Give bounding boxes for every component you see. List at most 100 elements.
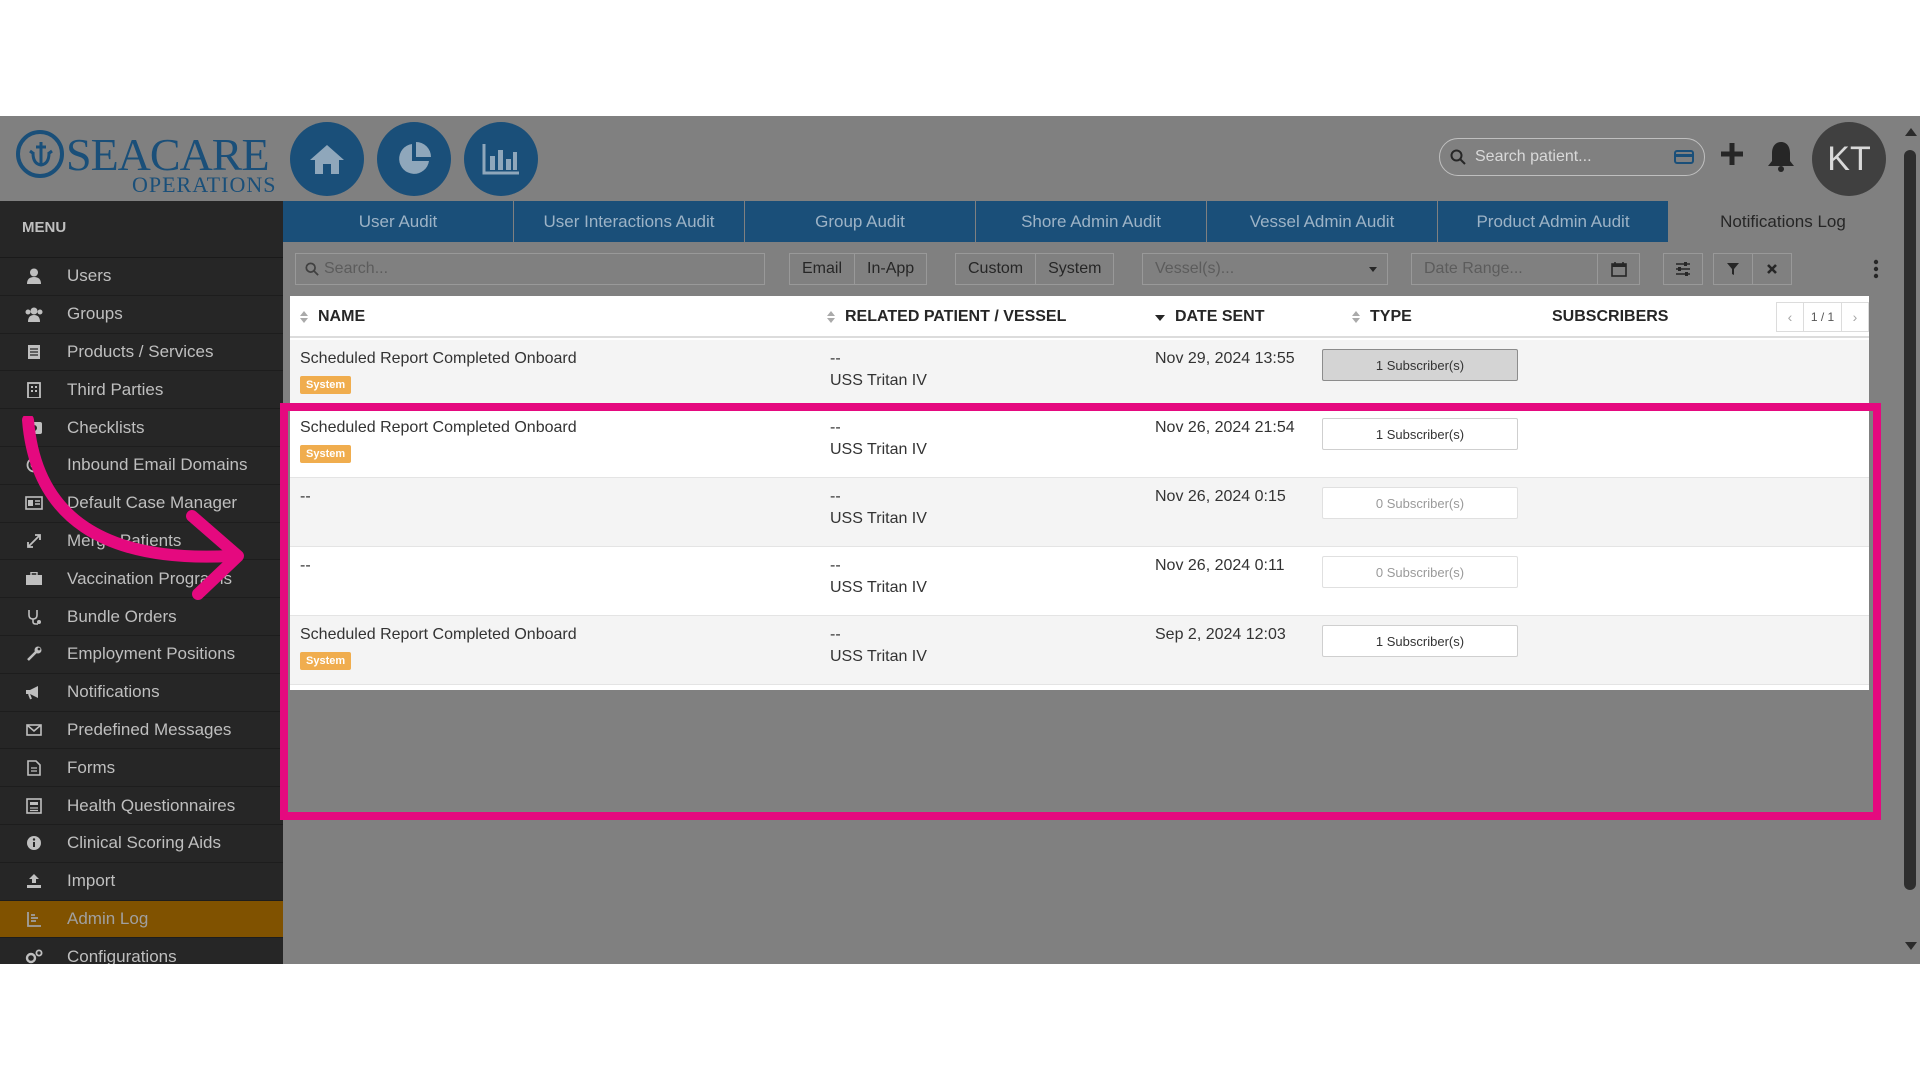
cogs-icon (25, 948, 43, 964)
sidebar-item-notifications[interactable]: Notifications (0, 674, 283, 712)
sidebar-item-groups[interactable]: Groups (0, 296, 283, 334)
sidebar-item-label: Bundle Orders (67, 606, 177, 626)
sidebar-item-inbound-email-domains[interactable]: Inbound Email Domains (0, 447, 283, 485)
wrench-icon (25, 645, 43, 663)
table-header: NAME RELATED PATIENT / VESSEL DATE SENT … (290, 296, 1869, 338)
email-filter-button[interactable]: Email (790, 254, 856, 284)
sidebar-item-label: Groups (67, 304, 123, 324)
table-row[interactable]: ----USS Tritan IVNov 26, 2024 0:11Email … (290, 547, 1869, 616)
column-label: NAME (318, 308, 366, 325)
subscribers-button[interactable]: 1 Subscriber(s) (1322, 625, 1518, 657)
scroll-thumb[interactable] (1904, 150, 1916, 890)
custom-filter-button[interactable]: Custom (956, 254, 1037, 284)
sidebar-item-users[interactable]: Users (0, 258, 283, 296)
cell-vessel: USS Tritan IV (830, 510, 927, 527)
sidebar-item-label: Third Parties (67, 379, 164, 399)
sidebar-item-label: Health Questionnaires (67, 795, 236, 815)
sidebar-item-predefined-messages[interactable]: Predefined Messages (0, 712, 283, 750)
screenshot-canvas: SEACARE OPERATIONS Search patient... KT … (0, 0, 1920, 1080)
sort-icon (1352, 311, 1360, 323)
chevron-right-icon[interactable]: › (1842, 309, 1868, 325)
column-label: SUBSCRIBERS (1552, 308, 1669, 325)
sidebar-item-forms[interactable]: Forms (0, 749, 283, 788)
sidebar-item-bundle-orders[interactable]: Bundle Orders (0, 598, 283, 636)
apply-filter-button[interactable] (1713, 253, 1753, 285)
user-avatar[interactable]: KT (1812, 122, 1886, 196)
column-settings-button[interactable] (1663, 253, 1703, 285)
chevron-left-icon[interactable]: ‹ (1777, 309, 1803, 325)
tab-product-admin-audit[interactable]: Product Admin Audit (1438, 201, 1669, 242)
calendar-icon[interactable] (1597, 254, 1639, 284)
subscribers-button[interactable]: 1 Subscriber(s) (1322, 418, 1518, 450)
clear-filter-button[interactable] (1752, 253, 1792, 285)
plus-icon[interactable] (1718, 140, 1746, 168)
sort-icon (827, 311, 835, 323)
sidebar-item-configurations[interactable]: Configurations (0, 938, 283, 964)
patient-search-input[interactable]: Search patient... (1439, 138, 1705, 176)
sidebar-item-label: Users (67, 266, 112, 286)
column-label: DATE SENT (1175, 308, 1265, 325)
table-row[interactable]: Scheduled Report Completed Onboard -- USS … (290, 409, 1869, 478)
compress-icon (25, 532, 43, 550)
cell-patient: -- (830, 626, 841, 643)
in-app-filter-button[interactable]: In-App (855, 254, 927, 284)
bell-icon[interactable] (1766, 140, 1796, 172)
column-header-related[interactable]: RELATED PATIENT / VESSEL (827, 308, 1066, 326)
sidebar-item-label: Import (67, 871, 116, 891)
vessel-select[interactable]: Vessel(s)... (1142, 253, 1388, 285)
system-filter-button[interactable]: System (1036, 254, 1114, 284)
column-header-name[interactable]: NAME (300, 308, 365, 326)
dashboard-button[interactable] (377, 122, 451, 196)
seacare-logo[interactable]: SEACARE OPERATIONS (14, 124, 275, 197)
subscribers-button[interactable]: 0 Subscriber(s) (1322, 487, 1518, 519)
reports-button[interactable] (464, 122, 538, 196)
sidebar-item-label: Merge Patients (67, 530, 182, 550)
channel-filter-group: Email In-App (789, 253, 928, 285)
tab-user-audit[interactable]: User Audit (283, 201, 514, 242)
tab-vessel-admin-audit[interactable]: Vessel Admin Audit (1207, 201, 1438, 242)
tab-user-interactions-audit[interactable]: User Interactions Audit (514, 201, 745, 242)
more-vertical-icon[interactable] (1873, 259, 1879, 279)
scroll-up-icon[interactable] (1905, 128, 1917, 136)
sidebar-item-default-case-manager[interactable]: Default Case Manager (0, 485, 283, 523)
subscribers-button[interactable]: 1 Subscriber(s) (1322, 349, 1518, 381)
log-search-input[interactable]: Search... (295, 253, 765, 285)
sidebar-item-vaccination-programs[interactable]: Vaccination Programs (0, 560, 283, 599)
table-row[interactable]: Scheduled Report Completed Onboard -- USS … (290, 616, 1869, 685)
logo-sub-text: OPERATIONS (132, 172, 277, 197)
table-row[interactable]: ----USS Tritan IVNov 26, 2024 0:15Email … (290, 478, 1869, 547)
sidebar-item-third-parties[interactable]: Third Parties (0, 371, 283, 410)
sidebar-item-products-services[interactable]: Products / Services (0, 334, 283, 372)
home-icon (310, 145, 344, 174)
column-header-type[interactable]: TYPE (1352, 308, 1412, 326)
sidebar-item-checklists[interactable]: Checklists (0, 409, 283, 447)
sidebar-item-merge-patients[interactable]: Merge Patients (0, 523, 283, 561)
top-header: SEACARE OPERATIONS Search patient... KT (0, 116, 1900, 201)
card-icon[interactable] (1674, 149, 1694, 165)
sidebar-item-health-questionnaires[interactable]: Health Questionnaires (0, 787, 283, 825)
vertical-scrollbar[interactable] (1900, 116, 1920, 964)
filter-toolbar: Search... Email In-App Custom System Ves… (283, 242, 1900, 286)
column-label: RELATED PATIENT / VESSEL (845, 308, 1067, 325)
sidebar-item-employment-positions[interactable]: Employment Positions (0, 636, 283, 674)
tab-shore-admin-audit[interactable]: Shore Admin Audit (976, 201, 1207, 242)
system-badge: System (300, 652, 352, 670)
patient-search-placeholder: Search patient... (1475, 148, 1592, 165)
date-range-placeholder: Date Range... (1424, 260, 1523, 277)
at-icon (25, 456, 43, 474)
date-range-input[interactable]: Date Range... (1411, 253, 1640, 285)
scroll-down-icon[interactable] (1905, 942, 1917, 950)
home-button[interactable] (290, 122, 364, 196)
column-header-date-sent[interactable]: DATE SENT (1155, 308, 1264, 326)
subscribers-button[interactable]: 0 Subscriber(s) (1322, 556, 1518, 588)
sidebar-item-label: Employment Positions (67, 644, 236, 664)
table-row[interactable]: Scheduled Report Completed Onboard -- USS … (290, 340, 1869, 409)
cell-vessel: USS Tritan IV (830, 441, 927, 458)
sidebar-item-import[interactable]: Import (0, 863, 283, 901)
cell-name: Scheduled Report Completed Onboard (300, 350, 577, 367)
sidebar-item-admin-log[interactable]: Admin Log (0, 900, 283, 939)
cell-vessel: USS Tritan IV (830, 579, 927, 596)
sidebar-item-clinical-scoring-aids[interactable]: Clinical Scoring Aids (0, 825, 283, 863)
tab-notifications-log[interactable]: Notifications Log (1669, 201, 1898, 242)
tab-group-audit[interactable]: Group Audit (745, 201, 976, 242)
